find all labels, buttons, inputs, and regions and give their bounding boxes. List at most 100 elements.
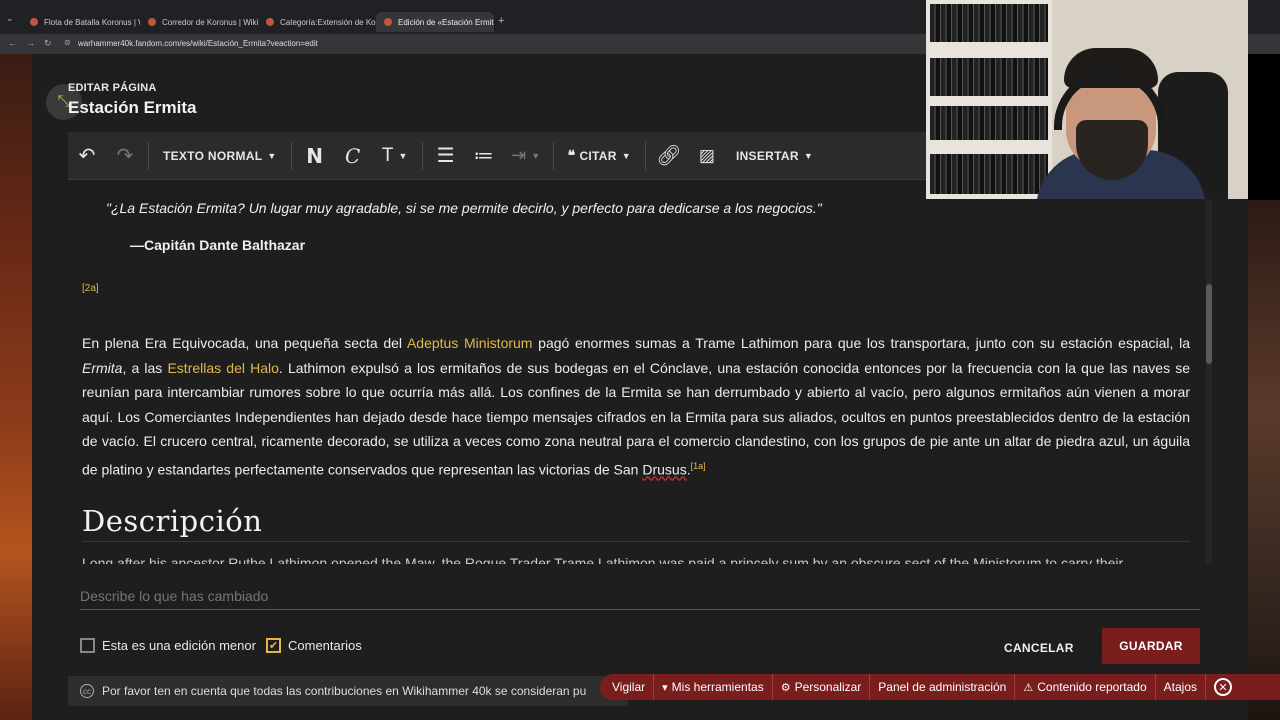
- admin-toolbar: Vigilar ▾ Mis herramientas ⚙ Personalizar …: [600, 674, 1280, 700]
- tab-label: Corredor de Koronus | Wikiham: [162, 17, 258, 27]
- spellcheck-word: Drusus: [642, 461, 687, 478]
- paragraph-text: En plena Era Equivocada, una pequeña sec…: [82, 335, 407, 351]
- back-arrow-icon[interactable]: ←: [8, 38, 17, 48]
- chevron-down-icon: ▼: [803, 150, 814, 161]
- paragraph-text: pagó enormes sumas a Trame Lathimon para…: [532, 335, 1191, 351]
- paragraph-format-label: TEXTO NORMAL: [163, 148, 263, 163]
- paragraph-italic: Ermita: [82, 359, 123, 376]
- admin-item-label: Contenido reportado: [1037, 680, 1147, 694]
- my-tools-menu[interactable]: ▾ Mis herramientas: [654, 674, 773, 700]
- chevron-down-icon: ▼: [398, 150, 408, 161]
- text-style-dropdown[interactable]: T ▼: [372, 132, 418, 180]
- toolbar-divider: [552, 141, 554, 170]
- license-text: Por favor ten en cuenta que todas las co…: [102, 684, 587, 698]
- url-field[interactable]: warhammer40k.fandom.com/es/wiki/Estación…: [78, 39, 318, 48]
- paragraph-format-dropdown[interactable]: TEXTO NORMAL ▼: [153, 132, 287, 180]
- chevron-down-icon: ▼: [531, 150, 541, 161]
- chevron-down-icon: ▾: [662, 681, 668, 694]
- background-art-right: [1248, 200, 1280, 720]
- cite-dropdown[interactable]: ❝ CITAR ▼: [558, 132, 641, 180]
- creative-commons-icon: cc: [80, 684, 94, 698]
- forward-arrow-icon[interactable]: →: [26, 38, 35, 48]
- warning-icon: ⚠: [1023, 681, 1034, 694]
- indent-icon: ⇥: [511, 145, 527, 165]
- tab-label: Categoría:Extensión de Koronus: [280, 17, 376, 27]
- article-paragraph-partial: Long after his ancestor Ruthe Lathimon o…: [82, 555, 1124, 564]
- article-paragraph: En plena Era Equivocada, una pequeña sec…: [82, 331, 1190, 482]
- bullet-list-icon[interactable]: ☰: [427, 132, 465, 180]
- fandom-favicon-icon: [148, 18, 156, 26]
- chevron-down-icon: ▼: [267, 150, 277, 161]
- link-adeptus-ministorum[interactable]: Adeptus Ministorum: [407, 335, 533, 351]
- reported-content-link[interactable]: ⚠ Contenido reportado: [1015, 674, 1156, 700]
- section-heading: Descripción: [82, 504, 263, 538]
- book-row: [930, 154, 1048, 194]
- cite-label: CITAR: [579, 148, 617, 163]
- paragraph-reference[interactable]: [1a]: [691, 461, 706, 471]
- minor-edit-label: Esta es una edición menor: [102, 638, 256, 653]
- cancel-button[interactable]: CANCELAR: [1004, 631, 1074, 665]
- browser-tab[interactable]: Flota de Batalla Koronus | Wiki ×: [22, 12, 140, 32]
- site-info-icon[interactable]: ⊜: [64, 38, 71, 47]
- admin-panel-link[interactable]: Panel de administración: [870, 674, 1016, 700]
- italic-button[interactable]: C: [334, 132, 372, 180]
- browser-tab[interactable]: Categoría:Extensión de Koronus ×: [258, 12, 376, 32]
- heading-divider: [82, 541, 1190, 542]
- chevron-down-icon: ▼: [621, 150, 631, 161]
- undo-icon[interactable]: ↶: [68, 132, 106, 180]
- redo-icon[interactable]: ↷: [106, 132, 144, 180]
- watch-checkbox[interactable]: ✔: [266, 638, 281, 653]
- fandom-favicon-icon: [266, 18, 274, 26]
- admin-item-label: Personalizar: [794, 680, 862, 694]
- customize-link[interactable]: ⚙ Personalizar: [773, 674, 871, 700]
- insert-dropdown[interactable]: INSERTAR ▼: [726, 132, 823, 180]
- paragraph-text: , a las: [122, 359, 168, 376]
- scrollbar-thumb[interactable]: [1206, 284, 1212, 364]
- indent-dropdown[interactable]: ⇥ ▼: [503, 132, 549, 180]
- watch-link[interactable]: Vigilar: [600, 674, 655, 700]
- webcam-overlay: [926, 0, 1248, 199]
- tab-label: Flota de Batalla Koronus | Wiki: [44, 17, 140, 27]
- background-art-left: [0, 54, 32, 720]
- watch-checkbox-row[interactable]: ✔ Comentarios: [266, 638, 362, 653]
- numbered-list-icon[interactable]: ≔: [465, 132, 503, 180]
- content-scrollbar[interactable]: [1206, 200, 1212, 564]
- shortcuts-link[interactable]: Atajos: [1156, 674, 1207, 700]
- license-notice: cc Por favor ten en cuenta que todas las…: [68, 676, 628, 706]
- book-row: [930, 4, 1048, 42]
- book-row: [930, 106, 1048, 140]
- tab-list-chevron-icon[interactable]: ⌄: [6, 13, 14, 24]
- link-estrellas-del-halo[interactable]: Estrellas del Halo: [167, 360, 278, 376]
- admin-item-label: Panel de administración: [878, 680, 1007, 694]
- quote-text: "¿La Estación Ermita? Un lugar muy agrad…: [106, 200, 822, 216]
- minor-edit-checkbox-row[interactable]: Esta es una edición menor: [80, 638, 256, 653]
- edit-summary-input[interactable]: [80, 582, 1200, 610]
- editor-toolbar: ↶ ↷ TEXTO NORMAL ▼ N C T ▼ ☰ ≔ ⇥ ▼ ❝ CIT…: [68, 132, 928, 180]
- new-tab-icon[interactable]: +: [498, 15, 504, 27]
- edit-page-label: EDITAR PÁGINA: [68, 82, 157, 94]
- insert-label: INSERTAR: [735, 148, 799, 163]
- toolbar-divider: [421, 141, 423, 170]
- minor-edit-checkbox[interactable]: [80, 638, 95, 653]
- admin-item-label: Mis herramientas: [671, 680, 764, 694]
- quote-reference[interactable]: [2a]: [82, 283, 99, 294]
- bold-button[interactable]: N: [296, 132, 334, 180]
- toolbar-divider: [290, 141, 292, 170]
- browser-tab[interactable]: Corredor de Koronus | Wikiham ×: [140, 12, 258, 32]
- toolbar-divider: [148, 141, 149, 170]
- reload-icon[interactable]: ↻: [44, 38, 52, 49]
- link-icon[interactable]: 🔗︎: [650, 132, 688, 180]
- watch-label: Comentarios: [288, 638, 362, 653]
- toolbar-divider: [644, 141, 646, 170]
- admin-item-label: Vigilar: [612, 680, 646, 694]
- fandom-favicon-icon: [30, 18, 38, 26]
- close-icon[interactable]: ✕: [1214, 678, 1233, 696]
- browser-tab-active[interactable]: Edición de «Estación Ermita» | W ×: [376, 12, 494, 32]
- save-button[interactable]: GUARDAR: [1102, 628, 1200, 664]
- cite-icon: ❝: [567, 147, 576, 163]
- tab-label: Edición de «Estación Ermita» | W: [398, 17, 494, 27]
- editing-surface[interactable]: "¿La Estación Ermita? Un lugar muy agrad…: [68, 184, 1208, 564]
- text-style-icon: T: [381, 144, 394, 166]
- admin-item-label: Atajos: [1163, 680, 1198, 694]
- image-icon[interactable]: ▨: [688, 132, 726, 180]
